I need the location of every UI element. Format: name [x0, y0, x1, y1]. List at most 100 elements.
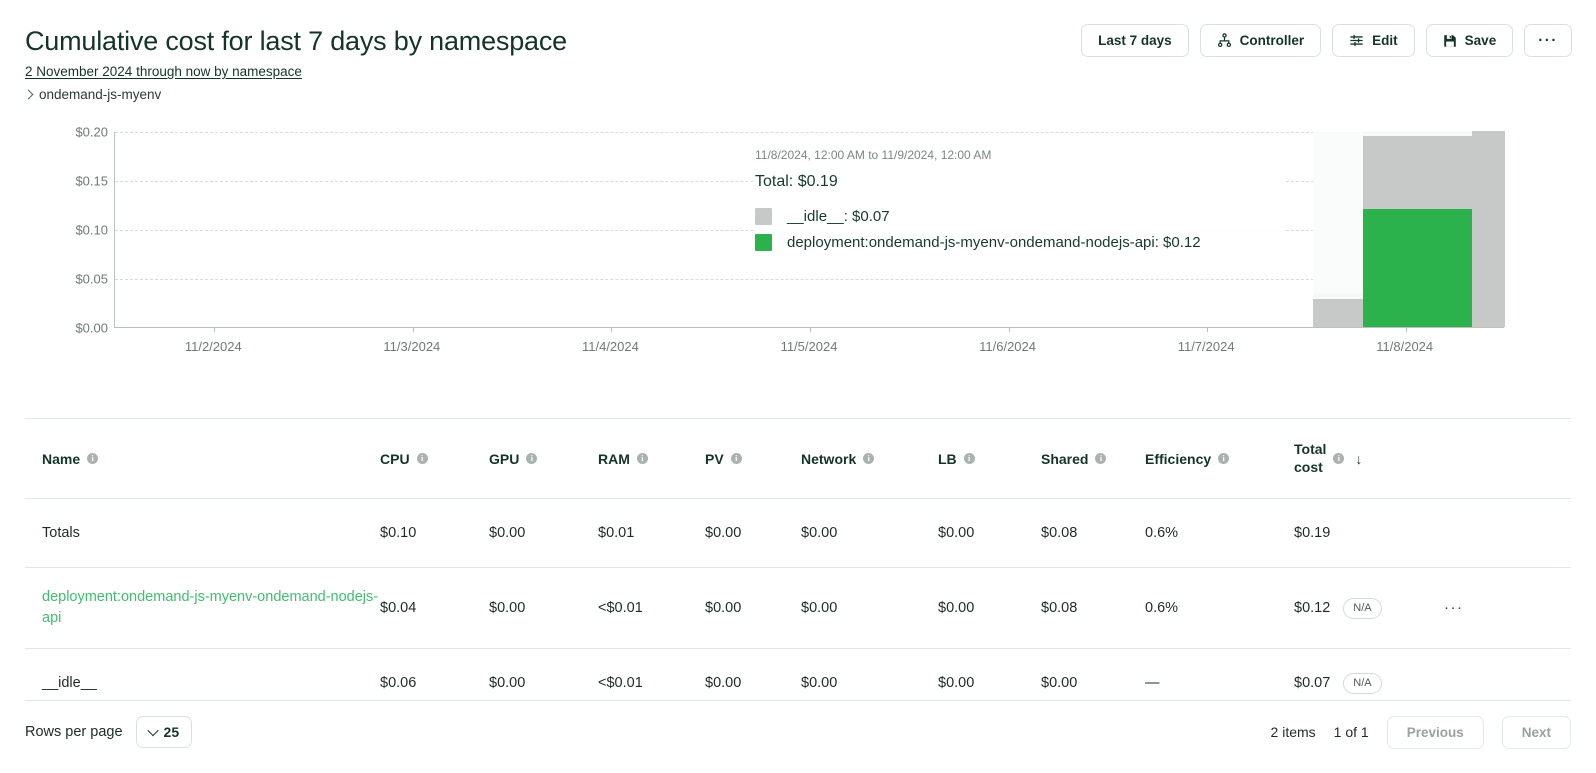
x-tick-label: 11/2/2024 — [184, 339, 242, 354]
cost-table: Name i CPU i GPU i RAM i PV i Network i LB i Shared i Ef… — [25, 418, 1571, 717]
table-header-row: Name i CPU i GPU i RAM i PV i Network i LB i Shared i Ef… — [25, 418, 1571, 498]
column-header-pv[interactable]: PV i — [705, 451, 801, 467]
info-icon[interactable]: i — [1095, 453, 1107, 464]
cell-total-cost: $0.12 N/A — [1294, 597, 1444, 619]
x-tick-label: 11/7/2024 — [1177, 339, 1235, 354]
cell-network: $0.00 — [801, 525, 838, 541]
item-count: 2 items — [1270, 724, 1316, 740]
page-header: Cumulative cost for last 7 days by names… — [0, 0, 1596, 120]
info-icon[interactable]: i — [526, 453, 538, 464]
column-header-label: Shared — [1041, 450, 1089, 467]
cell-name[interactable]: deployment:ondemand-js-myenv-ondemand-no… — [25, 587, 380, 629]
resource-link[interactable]: deployment:ondemand-js-myenv-ondemand-no… — [42, 589, 378, 626]
pagination-group: 2 items 1 of 1 Previous Next — [1270, 715, 1571, 749]
column-header-efficiency[interactable]: Efficiency i — [1145, 451, 1294, 467]
column-header-lb[interactable]: LB i — [938, 451, 1041, 467]
cell-efficiency: — — [1145, 675, 1160, 691]
previous-page-button[interactable]: Previous — [1386, 715, 1484, 749]
gridline — [115, 132, 1504, 133]
cell-cpu: $0.06 — [380, 675, 417, 691]
total-cost-value: $0.07 — [1294, 675, 1331, 691]
x-tick-label: 11/6/2024 — [979, 339, 1036, 354]
column-header-label: LB — [938, 450, 957, 467]
table-row[interactable]: Totals $0.10 $0.00 $0.01 $0.00 $0.00 $0.00 $0.0… — [25, 498, 1571, 567]
cell-lb: $0.00 — [938, 675, 975, 691]
date-range-label: Last 7 days — [1098, 33, 1172, 48]
table-body: Totals $0.10 $0.00 $0.01 $0.00 $0.00 $0.00 $0.0… — [25, 498, 1571, 717]
table-row[interactable]: deployment:ondemand-js-myenv-ondemand-no… — [25, 567, 1571, 648]
cell-pv: $0.00 — [705, 675, 742, 691]
column-header-name[interactable]: Name i — [25, 451, 380, 467]
cell-row-actions[interactable]: ··· — [1444, 599, 1504, 617]
breadcrumb-label: ondemand-js-myenv — [39, 87, 162, 102]
total-cost-value: $0.12 — [1294, 600, 1331, 616]
column-header-ram[interactable]: RAM i — [598, 451, 705, 467]
cell-shared: $0.08 — [1041, 525, 1078, 541]
info-icon[interactable]: i — [636, 453, 648, 464]
cost-chart: $0.00 $0.05 $0.10 $0.15 $0.20 11/2/2024 11/3/… — [0, 125, 1596, 377]
column-header-total_cost[interactable]: Total cost i ↓ — [1294, 441, 1444, 477]
x-tick-label: 11/3/2024 — [383, 339, 441, 354]
cell-ram: $0.01 — [598, 525, 635, 541]
row-ellipsis-icon[interactable]: ··· — [1444, 599, 1464, 616]
info-icon[interactable]: i — [87, 453, 99, 464]
x-axis-tick — [810, 327, 811, 332]
chart-bar-deployment[interactable] — [1363, 209, 1472, 327]
tooltip-series-item: deployment:ondemand-js-myenv-ondemand-no… — [755, 234, 1285, 251]
next-page-button[interactable]: Next — [1501, 715, 1571, 749]
sliders-icon — [1349, 33, 1364, 48]
column-header-label: CPU — [380, 450, 410, 467]
cell-gpu: $0.00 — [489, 675, 526, 691]
cell-cpu: $0.10 — [380, 525, 417, 541]
cell-shared: $0.08 — [1041, 600, 1078, 616]
status-badge: N/A — [1343, 597, 1382, 619]
edit-button[interactable]: Edit — [1332, 24, 1415, 57]
info-icon[interactable]: i — [730, 453, 742, 464]
save-button[interactable]: Save — [1425, 24, 1514, 57]
x-axis-tick — [611, 327, 613, 332]
column-header-shared[interactable]: Shared i — [1041, 451, 1145, 467]
x-tick-label: 11/4/2024 — [581, 339, 639, 354]
column-header-cpu[interactable]: CPU i — [380, 451, 489, 467]
column-header-label: PV — [705, 450, 724, 467]
x-axis-tick — [1008, 327, 1010, 332]
column-header-gpu[interactable]: GPU i — [489, 451, 598, 467]
edit-label: Edit — [1372, 33, 1398, 48]
chart-bar-idle[interactable] — [1471, 131, 1505, 327]
report-range-link[interactable]: 2 November 2024 through now by namespace — [25, 64, 302, 79]
ellipsis-icon: ··· — [1538, 31, 1558, 49]
cost-report-page: Cumulative cost for last 7 days by names… — [0, 0, 1596, 773]
controller-icon — [1217, 33, 1232, 48]
cell-name: __idle__ — [25, 674, 380, 692]
x-axis-tick — [1207, 327, 1209, 332]
column-header-label: Name — [42, 450, 81, 467]
info-icon[interactable]: i — [1333, 453, 1345, 464]
y-tick-label: $0.05 — [75, 271, 108, 287]
cell-efficiency: 0.6% — [1145, 600, 1179, 616]
chevron-down-icon — [146, 724, 159, 737]
rows-per-page-value: 25 — [163, 724, 180, 740]
controller-button[interactable]: Controller — [1199, 24, 1322, 57]
page-indicator: 1 of 1 — [1333, 724, 1369, 740]
chevron-right-icon — [23, 89, 34, 100]
column-header-network[interactable]: Network i — [801, 451, 938, 467]
x-axis-tick — [214, 327, 216, 332]
y-tick-label: $0.10 — [75, 222, 108, 238]
info-icon[interactable]: i — [1218, 453, 1230, 464]
cell-total-cost: $0.19 — [1294, 525, 1444, 541]
more-options-button[interactable]: ··· — [1524, 24, 1572, 57]
cell-pv: $0.00 — [705, 525, 742, 541]
gridline — [115, 279, 1504, 280]
breadcrumb[interactable]: ondemand-js-myenv — [23, 87, 162, 102]
rows-per-page-select[interactable]: 25 — [135, 716, 193, 748]
x-tick-label: 11/8/2024 — [1376, 339, 1434, 354]
info-icon[interactable]: i — [863, 453, 875, 464]
cell-cpu: $0.04 — [380, 600, 417, 616]
header-actions: Last 7 days Controller Edit Save ··· — [1081, 24, 1572, 57]
cell-lb: $0.00 — [938, 600, 975, 616]
status-badge: N/A — [1343, 672, 1382, 694]
info-icon[interactable]: i — [416, 453, 428, 464]
info-icon[interactable]: i — [963, 453, 975, 464]
sort-descending-icon[interactable]: ↓ — [1355, 451, 1362, 467]
date-range-button[interactable]: Last 7 days — [1081, 24, 1189, 57]
